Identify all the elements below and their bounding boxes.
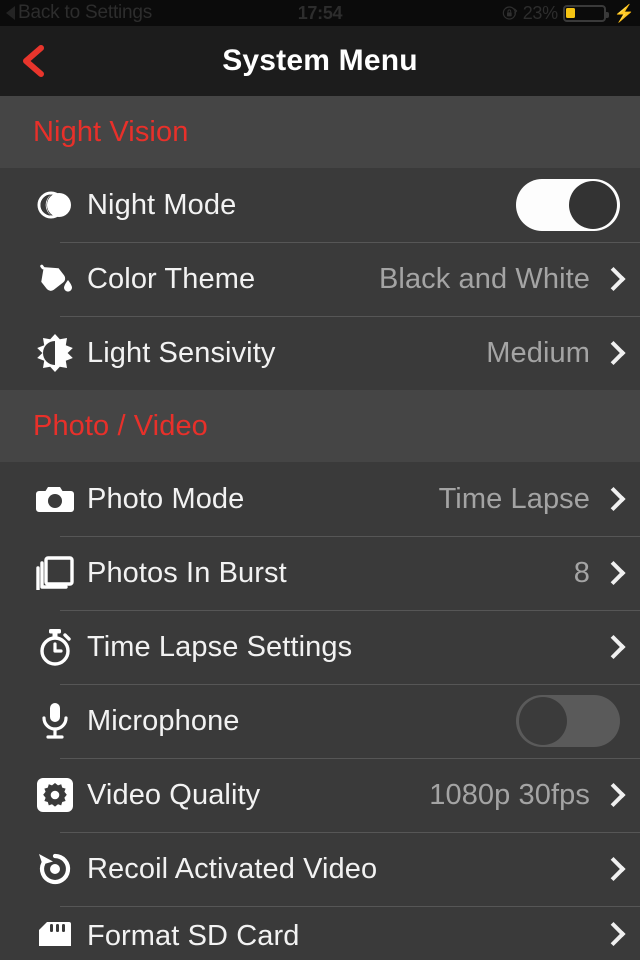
section-header-label: Night Vision (33, 115, 189, 148)
settings-row[interactable]: Microphone (0, 684, 640, 758)
section-header: Photo / Video (0, 390, 640, 462)
chevron-right-icon (604, 339, 620, 367)
settings-row[interactable]: Color Theme Black and White (0, 242, 640, 316)
stopwatch-icon (33, 627, 77, 667)
status-bar-clock: 17:54 (297, 2, 343, 23)
chevron-left-icon (18, 44, 48, 78)
settings-row-label: Color Theme (87, 262, 256, 295)
battery-icon (562, 4, 609, 22)
settings-row-value: 1080p 30fps (429, 778, 590, 811)
chevron-right-icon (604, 633, 620, 661)
settings-row-label: Format SD Card (87, 920, 300, 946)
settings-row-label: Microphone (87, 704, 240, 737)
gear-square-icon (33, 775, 77, 815)
navigation-bar: System Menu (0, 26, 640, 96)
settings-group: Photo Mode Time Lapse Photos In Burst 8 Time… (0, 462, 640, 946)
settings-row-control (516, 695, 620, 747)
rotate-back-icon (33, 849, 77, 889)
settings-row-control: 8 (574, 557, 620, 590)
settings-row-value: Time Lapse (438, 482, 590, 515)
settings-row-control: Black and White (379, 263, 620, 296)
chevron-right-icon (604, 559, 620, 587)
chevron-right-icon (604, 265, 620, 293)
settings-row-control: Time Lapse (439, 483, 620, 516)
settings-row-value: Medium (486, 336, 590, 369)
settings-row-control (604, 855, 620, 883)
toggle-knob (519, 697, 567, 745)
settings-row-control: 1080p 30fps (429, 779, 620, 812)
section-header: Night Vision (0, 96, 640, 168)
settings-row[interactable]: Photo Mode Time Lapse (0, 462, 640, 536)
settings-row-control: Medium (486, 337, 620, 370)
settings-row-label: Night Mode (87, 188, 237, 221)
settings-row-control (604, 633, 620, 661)
settings-row-label: Time Lapse Settings (87, 630, 353, 663)
settings-row[interactable]: Format SD Card (0, 906, 640, 946)
toggle-knob (569, 181, 617, 229)
status-bar: Back to Settings 17:54 23% ⚡ (0, 0, 640, 26)
settings-row-label: Video Quality (87, 778, 261, 811)
page-title: System Menu (222, 44, 418, 77)
chevron-right-icon (604, 855, 620, 883)
camera-icon (33, 479, 77, 519)
settings-row[interactable]: Recoil Activated Video (0, 832, 640, 906)
settings-row-label: Photo Mode (87, 482, 245, 515)
sd-card-icon (33, 920, 77, 946)
settings-row-label: Photos In Burst (87, 556, 287, 589)
settings-row-value: Black and White (378, 262, 590, 295)
settings-row[interactable]: Photos In Burst 8 (0, 536, 640, 610)
settings-row-label: Recoil Activated Video (87, 852, 378, 885)
brightness-icon (33, 333, 77, 373)
section-header-label: Photo / Video (33, 409, 208, 442)
toggle-switch[interactable] (516, 695, 620, 747)
settings-row[interactable]: Video Quality 1080p 30fps (0, 758, 640, 832)
photo-stack-icon (33, 553, 77, 593)
chevron-right-icon (604, 781, 620, 809)
settings-row-control (604, 920, 620, 946)
settings-row-control (516, 179, 620, 231)
chevron-right-icon (604, 485, 620, 513)
settings-row[interactable]: Night Mode (0, 168, 640, 242)
settings-row-label: Light Sensivity (87, 336, 276, 369)
settings-group: Night Mode Color Theme Black and White Ligh… (0, 168, 640, 390)
back-button[interactable] (16, 44, 50, 78)
settings-row[interactable]: Time Lapse Settings (0, 610, 640, 684)
settings-row[interactable]: Light Sensivity Medium (0, 316, 640, 390)
toggle-switch[interactable] (516, 179, 620, 231)
chevron-right-icon (604, 920, 620, 946)
moon-icon (33, 185, 77, 225)
settings-list: Night Vision Night Mode Color Theme Black a… (0, 96, 640, 946)
paint-bucket-icon (33, 259, 77, 299)
settings-row-value: 8 (573, 556, 590, 589)
microphone-icon (33, 701, 77, 741)
battery-fill (566, 8, 575, 18)
